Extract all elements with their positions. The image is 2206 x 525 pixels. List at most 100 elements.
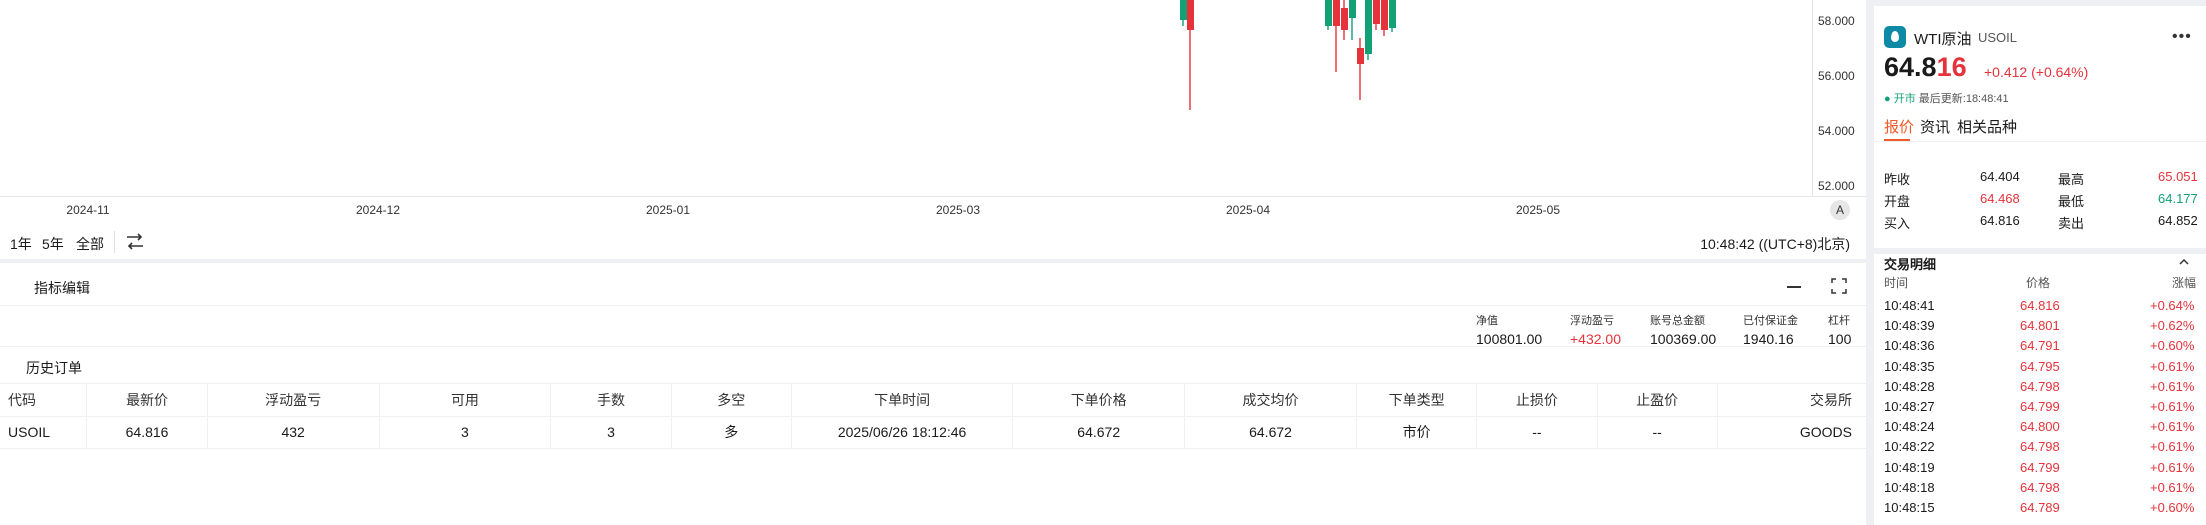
account-margin: 已付保证金 1940.16 (1743, 312, 1798, 347)
candle[interactable] (1381, 0, 1388, 36)
history-orders-header: 历史订单 (0, 348, 1866, 384)
cell-exchange: GOODS (1716, 415, 1866, 449)
time-tick: 2024-11 (66, 203, 110, 217)
trade-price: 64.795 (2020, 358, 2060, 374)
candle[interactable] (1180, 0, 1187, 26)
cell-order-type: 市价 (1355, 415, 1478, 449)
indicator-edit-title[interactable]: 指标编辑 (34, 278, 90, 298)
account-equity-label: 净值 (1476, 315, 1498, 327)
clock-text: 10:48:42 ((UTC+8)北京) (1700, 236, 1850, 252)
list-item: 10:48:27 64.799 +0.61% (1874, 398, 2206, 417)
col-header[interactable]: 可用 (378, 384, 552, 417)
panel-divider[interactable] (1866, 0, 1874, 525)
col-header[interactable]: 最新价 (86, 384, 208, 417)
trade-change: +0.61% (2150, 378, 2195, 394)
candle[interactable] (1187, 0, 1194, 110)
minimize-icon[interactable] (1787, 286, 1801, 288)
account-equity: 净值 100801.00 (1476, 312, 1542, 347)
account-floating-pl: 浮动盈亏 +432.00 (1570, 312, 1621, 347)
col-header[interactable]: 下单类型 (1355, 384, 1478, 417)
trade-time: 10:48:39 (1884, 318, 1935, 334)
cell-order-price: 64.672 (1012, 415, 1186, 449)
side-tabs: 报价 资讯 相关品种 (1874, 112, 2206, 142)
quote-label: 卖出 (2058, 216, 2085, 231)
account-equity-value: 100801.00 (1476, 331, 1543, 347)
symbol-code: USOIL (1978, 30, 2018, 45)
col-header[interactable]: 止损价 (1476, 384, 1598, 417)
account-total: 账号总金额 100369.00 (1650, 312, 1716, 347)
trade-time: 10:48:24 (1884, 419, 1935, 435)
range-all-button[interactable]: 全部 (76, 234, 104, 254)
tab-related[interactable]: 相关品种 (1957, 116, 2017, 137)
trade-time: 10:48:28 (1884, 378, 1935, 394)
maximize-icon[interactable] (1830, 277, 1848, 295)
time-tick: 2024-12 (355, 203, 401, 217)
candle[interactable] (1365, 0, 1372, 60)
col-header[interactable]: 多空 (670, 384, 792, 417)
cell-order-time: 2025/06/26 18:12:46 (790, 415, 1014, 449)
candle[interactable] (1341, 0, 1348, 40)
list-item: 10:48:28 64.798 +0.61% (1874, 378, 2206, 397)
quote-value: 65.051 (2158, 169, 2198, 184)
candle[interactable] (1373, 0, 1380, 30)
candlestick-chart[interactable]: 58.000 56.000 54.000 52.000 2024-11 2024… (0, 0, 1866, 222)
list-item: 10:48:36 64.791 +0.60% (1874, 337, 2206, 356)
compare-icon[interactable] (124, 231, 146, 253)
market-status: ● 开市 最后更新:18:48:41 (1884, 90, 2009, 106)
range-toolbar: 1年 5年 全部 10:48:42 ((UTC+8)北京) (0, 223, 1866, 263)
main-area: 58.000 56.000 54.000 52.000 2024-11 2024… (0, 0, 1866, 525)
price-change: +0.412 (+0.64%) (1984, 64, 2089, 80)
range-1y-button[interactable]: 1年 (10, 234, 32, 254)
col-header[interactable]: 代码 (0, 384, 88, 417)
trade-change: +0.62% (2150, 318, 2195, 334)
range-5y-button[interactable]: 5年 (42, 234, 64, 254)
symbol-name: WTI原油 (1914, 31, 1972, 48)
quote-label: 开盘 (1884, 194, 1911, 209)
list-item: 10:48:15 64.789 +0.60% (1874, 499, 2206, 518)
account-leverage-value: 100 (1828, 331, 1852, 347)
auto-scale-button[interactable]: A (1830, 200, 1850, 220)
candle[interactable] (1389, 0, 1396, 32)
table-row[interactable]: USOIL 64.816 432 3 3 多 2025/06/26 18:12:… (0, 415, 1866, 449)
last-price: 64.816 (1884, 52, 1967, 83)
price-tick: 56.000 (1818, 69, 1855, 83)
chevron-up-icon[interactable] (2178, 256, 2190, 268)
trade-price: 64.799 (2020, 399, 2060, 414)
trade-time: 10:48:22 (1884, 439, 1935, 455)
side-panel-topbar (1874, 0, 2206, 6)
history-orders-tab[interactable]: 历史订单 (26, 358, 82, 378)
col-header[interactable]: 下单价格 (1012, 384, 1186, 417)
toolbar-divider (114, 231, 115, 253)
trade-time: 10:48:41 (1884, 298, 1935, 313)
candle[interactable] (1349, 0, 1356, 40)
tab-quote[interactable]: 报价 (1884, 116, 1914, 137)
quote-side-panel: WTI原油 USOIL ••• 64.816 +0.412 (+0.64%) ●… (1874, 0, 2206, 525)
col-header[interactable]: 成交均价 (1184, 384, 1357, 417)
col-header[interactable]: 手数 (550, 384, 672, 417)
list-item: 10:48:18 64.798 +0.61% (1874, 479, 2206, 498)
quote-label: 买入 (1884, 216, 1911, 231)
candle[interactable] (1357, 38, 1364, 100)
time-tick: 2025-05 (1515, 203, 1561, 217)
candles-layer[interactable] (0, 0, 1812, 196)
more-icon[interactable]: ••• (2172, 28, 2192, 46)
price-tick: 52.000 (1818, 179, 1855, 193)
trade-price: 64.791 (2020, 338, 2060, 354)
account-margin-value: 1940.16 (1743, 331, 1794, 347)
col-header[interactable]: 交易所 (1716, 384, 1866, 417)
candle[interactable] (1333, 0, 1340, 72)
trade-change: +0.61% (2150, 479, 2195, 495)
orders-header-row: 代码 最新价 浮动盈亏 可用 手数 多空 下单时间 下单价格 成交均价 下单类型… (0, 384, 1866, 417)
trade-time: 10:48:27 (1884, 399, 1935, 414)
col-header[interactable]: 止盈价 (1596, 384, 1718, 417)
trade-detail-title: 交易明细 (1884, 257, 1937, 272)
col-header[interactable]: 浮动盈亏 (206, 384, 380, 417)
quote-value: 64.852 (2158, 213, 2198, 228)
col-header[interactable]: 下单时间 (790, 384, 1014, 417)
quote-value: 64.816 (1980, 213, 2020, 228)
candle[interactable] (1325, 0, 1332, 30)
account-total-value: 100369.00 (1650, 331, 1717, 347)
tab-news[interactable]: 资讯 (1920, 116, 1950, 137)
trade-price: 64.798 (2020, 439, 2060, 455)
account-total-label: 账号总金额 (1650, 315, 1705, 327)
